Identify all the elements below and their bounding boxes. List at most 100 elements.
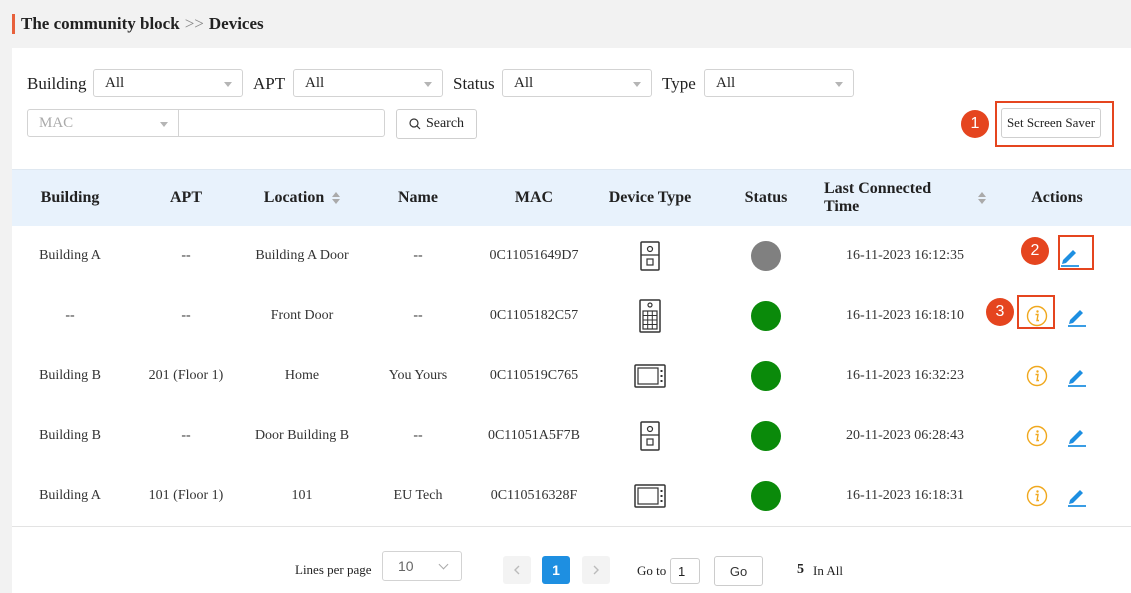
cell-apt: -- bbox=[181, 248, 191, 263]
cell-last-connected: 16-11-2023 16:18:10 bbox=[845, 308, 965, 323]
building-filter-select[interactable]: All bbox=[93, 69, 243, 97]
apt-filter-select[interactable]: All bbox=[293, 69, 443, 97]
table-row: Building B -- Door Building B -- 0C11051… bbox=[12, 406, 1131, 467]
cell-device-type bbox=[592, 346, 708, 406]
cell-name: -- bbox=[413, 308, 423, 323]
cell-device-type bbox=[592, 226, 708, 286]
cell-mac: 0C1105182C57 bbox=[489, 308, 579, 323]
building-filter-value: All bbox=[105, 74, 125, 91]
prev-page-button[interactable] bbox=[503, 556, 531, 584]
cell-building: Building A bbox=[39, 248, 101, 263]
caret-down-icon bbox=[224, 82, 232, 87]
cell-status bbox=[708, 286, 824, 346]
table-row: Building A 101 (Floor 1) 101 EU Tech 0C1… bbox=[12, 466, 1131, 527]
info-icon[interactable] bbox=[1026, 425, 1048, 447]
status-online-dot bbox=[751, 361, 781, 391]
cell-device-type bbox=[592, 406, 708, 466]
goto-label: Go to bbox=[637, 563, 667, 578]
status-filter-select[interactable]: All bbox=[502, 69, 652, 97]
cell-building: -- bbox=[65, 308, 75, 323]
cell-device-type bbox=[592, 466, 708, 526]
apt-filter-label: APT bbox=[253, 74, 286, 93]
chevron-right-icon bbox=[593, 565, 599, 575]
indoor-monitor-icon bbox=[634, 364, 666, 388]
header-actions: Actions bbox=[1031, 189, 1083, 206]
goto-page-input[interactable]: 1 bbox=[670, 558, 700, 584]
next-page-button[interactable] bbox=[582, 556, 610, 584]
cell-mac: 0C110516328F bbox=[490, 488, 578, 503]
table-header: Building APT Location Name MAC Device Ty… bbox=[12, 169, 1131, 226]
total-count: 5 bbox=[797, 562, 804, 577]
cell-name: You Yours bbox=[388, 368, 448, 383]
mac-field-value: MAC bbox=[39, 114, 74, 131]
cell-status bbox=[708, 226, 824, 286]
door-phone-icon bbox=[640, 241, 660, 271]
cell-status bbox=[708, 346, 824, 406]
edit-icon[interactable] bbox=[1066, 365, 1088, 387]
cell-mac: 0C110519C765 bbox=[489, 368, 579, 383]
indoor-monitor-icon bbox=[634, 484, 666, 508]
header-device-type: Device Type bbox=[608, 189, 692, 206]
door-phone-icon bbox=[640, 421, 660, 451]
header-building: Building bbox=[40, 189, 100, 206]
go-button[interactable]: Go bbox=[714, 556, 763, 586]
caret-down-icon bbox=[160, 122, 168, 127]
lines-per-page-value: 10 bbox=[398, 558, 414, 574]
cell-apt: -- bbox=[181, 428, 191, 443]
type-filter-select[interactable]: All bbox=[704, 69, 854, 97]
search-button[interactable]: Search bbox=[396, 109, 477, 139]
breadcrumb-current: Devices bbox=[208, 14, 264, 33]
type-filter-value: All bbox=[716, 74, 736, 91]
sort-icon[interactable] bbox=[332, 192, 341, 204]
status-filter-label: Status bbox=[453, 74, 495, 93]
page-1-button[interactable]: 1 bbox=[542, 556, 570, 584]
status-online-dot bbox=[751, 481, 781, 511]
breadcrumb-separator: >> bbox=[184, 14, 204, 33]
header-mac: MAC bbox=[514, 189, 554, 206]
status-filter-value: All bbox=[514, 74, 534, 91]
cell-building: Building B bbox=[39, 368, 101, 383]
caret-down-icon bbox=[424, 82, 432, 87]
cell-mac: 0C11051649D7 bbox=[489, 248, 579, 263]
header-location[interactable]: Location bbox=[244, 170, 360, 226]
cell-name: -- bbox=[413, 428, 423, 443]
header-last-connected[interactable]: Last Connected Time bbox=[824, 170, 986, 226]
cell-apt: 201 (Floor 1) bbox=[148, 368, 224, 383]
mac-search-input[interactable] bbox=[178, 109, 385, 137]
lines-per-page-select[interactable]: 10 bbox=[382, 551, 462, 581]
set-screen-saver-button[interactable]: Set Screen Saver bbox=[1001, 108, 1101, 138]
header-status: Status bbox=[744, 189, 788, 206]
cell-mac: 0C11051A5F7B bbox=[487, 428, 581, 443]
cell-actions bbox=[1026, 466, 1088, 526]
building-filter-label: Building bbox=[27, 74, 87, 93]
breadcrumb-accent bbox=[12, 14, 15, 34]
cell-name: -- bbox=[413, 248, 423, 263]
marker-3: 3 bbox=[986, 298, 1014, 326]
search-icon bbox=[409, 118, 421, 130]
status-online-dot bbox=[751, 301, 781, 331]
header-name: Name bbox=[398, 189, 438, 206]
edit-icon[interactable] bbox=[1066, 485, 1088, 507]
info-icon[interactable] bbox=[1026, 365, 1048, 387]
type-filter-label: Type bbox=[662, 74, 696, 93]
sort-icon[interactable] bbox=[978, 192, 986, 204]
cell-last-connected: 16-11-2023 16:12:35 bbox=[845, 248, 965, 263]
cell-status bbox=[708, 466, 824, 526]
table-row: Building A -- Building A Door -- 0C11051… bbox=[12, 226, 1131, 287]
keypad-door-phone-icon bbox=[639, 299, 661, 333]
header-apt: APT bbox=[170, 189, 202, 206]
cell-last-connected: 16-11-2023 16:32:23 bbox=[845, 368, 965, 383]
marker-2: 2 bbox=[1021, 237, 1049, 265]
chevron-down-icon bbox=[438, 559, 449, 570]
info-icon[interactable] bbox=[1026, 485, 1048, 507]
mac-field-select[interactable]: MAC bbox=[27, 109, 179, 137]
status-offline-dot bbox=[751, 241, 781, 271]
edit-icon[interactable] bbox=[1066, 305, 1088, 327]
cell-actions bbox=[1026, 406, 1088, 466]
edit-icon[interactable] bbox=[1066, 425, 1088, 447]
cell-apt: 101 (Floor 1) bbox=[148, 488, 224, 503]
cell-name: EU Tech bbox=[393, 488, 443, 503]
apt-filter-value: All bbox=[305, 74, 325, 91]
breadcrumb-parent[interactable]: The community block bbox=[21, 14, 180, 34]
cell-device-type bbox=[592, 286, 708, 346]
